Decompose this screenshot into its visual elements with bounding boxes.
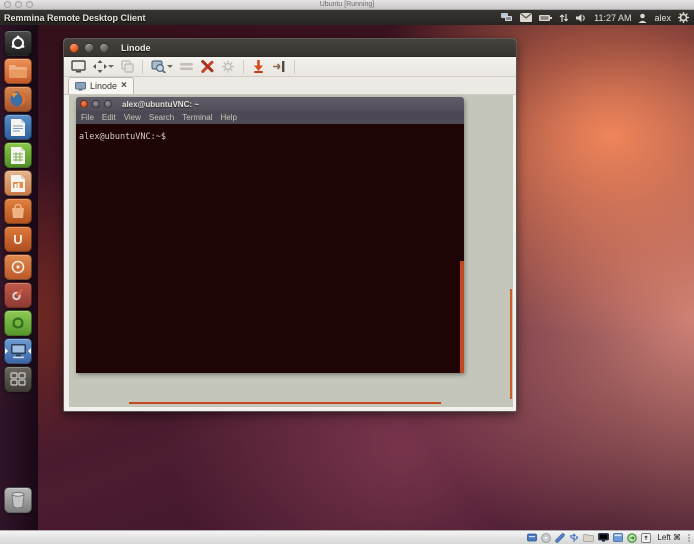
launcher-item-ubuntu-one[interactable]: U [4, 226, 32, 252]
vm-minimize-button[interactable] [15, 1, 22, 8]
launcher-item-home-folder[interactable] [4, 58, 32, 84]
preferences-gear-button[interactable] [220, 59, 236, 74]
ubuntu-top-panel: Remmina Remote Desktop Client 11:27 AM a… [0, 10, 694, 25]
tools-button[interactable] [199, 59, 215, 74]
menu-file[interactable]: File [81, 113, 94, 122]
mail-icon[interactable] [520, 13, 532, 22]
remmina-minimize-button[interactable] [84, 43, 94, 53]
sync-arrows-icon[interactable] [559, 13, 569, 23]
quit-button[interactable] [271, 59, 287, 74]
launcher-item-software-updater[interactable] [4, 310, 32, 336]
tab-linode[interactable]: Linode × [68, 77, 134, 94]
panel-indicator-area: 11:27 AM alex [501, 12, 694, 23]
remmina-titlebar[interactable]: Linode [64, 39, 516, 57]
launcher-item-workspace-switcher[interactable] [4, 366, 32, 392]
screen: Ubuntu [Running] Remmina Remote Desktop … [0, 0, 694, 544]
keyboard-icon[interactable] [641, 533, 651, 543]
terminal-prompt: alex@ubuntuVNC:~$ [79, 132, 166, 142]
shared-folders-icon[interactable] [583, 534, 594, 542]
unity-launcher: U [0, 25, 38, 530]
display-icon[interactable] [598, 533, 609, 542]
remmina-window: Linode Linode × [63, 38, 517, 412]
launcher-item-ubuntu-software-center[interactable] [4, 198, 32, 224]
vm-titlebar: Ubuntu [Running] [0, 0, 694, 10]
menu-help[interactable]: Help [220, 113, 236, 122]
remmina-toolbar [64, 57, 516, 77]
menu-terminal[interactable]: Terminal [182, 113, 212, 122]
terminal-title: alex@ubuntuVNC: ~ [122, 100, 199, 109]
launcher-item-libreoffice-writer[interactable] [4, 114, 32, 140]
launcher-item-libreoffice-impress[interactable] [4, 170, 32, 196]
launcher-item-ubuntu-one-music[interactable] [4, 254, 32, 280]
terminal-minimize-button[interactable] [92, 100, 100, 108]
render-artifact [129, 402, 441, 404]
menu-edit[interactable]: Edit [102, 113, 116, 122]
running-indicator-arrow [5, 348, 8, 354]
terminal-titlebar[interactable]: alex@ubuntuVNC: ~ [76, 97, 464, 111]
session-gear-icon[interactable] [678, 12, 689, 23]
optical-disc-icon[interactable] [541, 533, 551, 543]
launcher-item-trash[interactable] [4, 487, 32, 513]
fullscreen-button[interactable] [70, 59, 87, 74]
menu-view[interactable]: View [124, 113, 141, 122]
remmina-tabbar: Linode × [64, 77, 516, 95]
virtual-screen-icon[interactable] [613, 533, 623, 542]
vnc-viewport[interactable]: alex@ubuntuVNC: ~ File Edit View Search … [69, 95, 513, 407]
toolbar-separator [142, 60, 143, 74]
launcher-item-libreoffice-calc[interactable] [4, 142, 32, 168]
vm-close-button[interactable] [4, 1, 11, 8]
focused-indicator-arrow [28, 348, 31, 354]
vbox-statusbar: Left ⌘ [0, 530, 694, 544]
tab-monitor-icon [75, 82, 86, 91]
clock[interactable]: 11:27 AM [594, 13, 631, 23]
launcher-item-dash-home[interactable] [4, 30, 32, 56]
menu-search[interactable]: Search [149, 113, 174, 122]
disconnect-button[interactable] [251, 59, 266, 74]
battery-icon[interactable] [539, 14, 552, 22]
vm-zoom-button[interactable] [26, 1, 33, 8]
host-key-label: Left ⌘ [657, 533, 681, 542]
network-icon[interactable] [501, 12, 513, 23]
resize-grip[interactable] [688, 534, 690, 542]
remmina-close-button[interactable] [69, 43, 79, 53]
harddisk-icon[interactable] [527, 533, 537, 542]
toolbar-separator [243, 60, 244, 74]
launcher-item-remmina[interactable] [4, 338, 32, 364]
tab-close-icon[interactable]: × [121, 81, 127, 91]
render-artifact [510, 289, 512, 399]
terminal-menubar: File Edit View Search Terminal Help [76, 111, 464, 124]
launcher-item-firefox[interactable] [4, 86, 32, 112]
remmina-window-title: Linode [121, 43, 151, 53]
resize-window-button[interactable] [92, 59, 115, 74]
toolbar-end-separator [294, 60, 295, 74]
network-icon[interactable] [555, 533, 565, 543]
terminal-close-button[interactable] [80, 100, 88, 108]
panel-app-name: Remmina Remote Desktop Client [0, 13, 146, 23]
remote-terminal-window: alex@ubuntuVNC: ~ File Edit View Search … [76, 97, 464, 373]
screenshot-button[interactable] [150, 59, 174, 74]
volume-icon[interactable] [576, 13, 587, 23]
terminal-body[interactable]: alex@ubuntuVNC:~$ [76, 124, 464, 373]
terminal-maximize-button[interactable] [104, 100, 112, 108]
remmina-maximize-button[interactable] [99, 43, 109, 53]
render-artifact [460, 261, 464, 373]
tab-label: Linode [90, 81, 117, 91]
vm-window-title: Ubuntu [Running] [0, 0, 694, 10]
launcher-item-system-settings[interactable] [4, 282, 32, 308]
scaled-mode-button[interactable] [120, 59, 135, 74]
mouse-integration-icon[interactable] [627, 533, 637, 543]
usb-icon[interactable] [569, 533, 579, 543]
user-icon[interactable] [638, 13, 647, 23]
grab-keyboard-button[interactable] [179, 61, 194, 72]
session-username[interactable]: alex [654, 13, 671, 23]
